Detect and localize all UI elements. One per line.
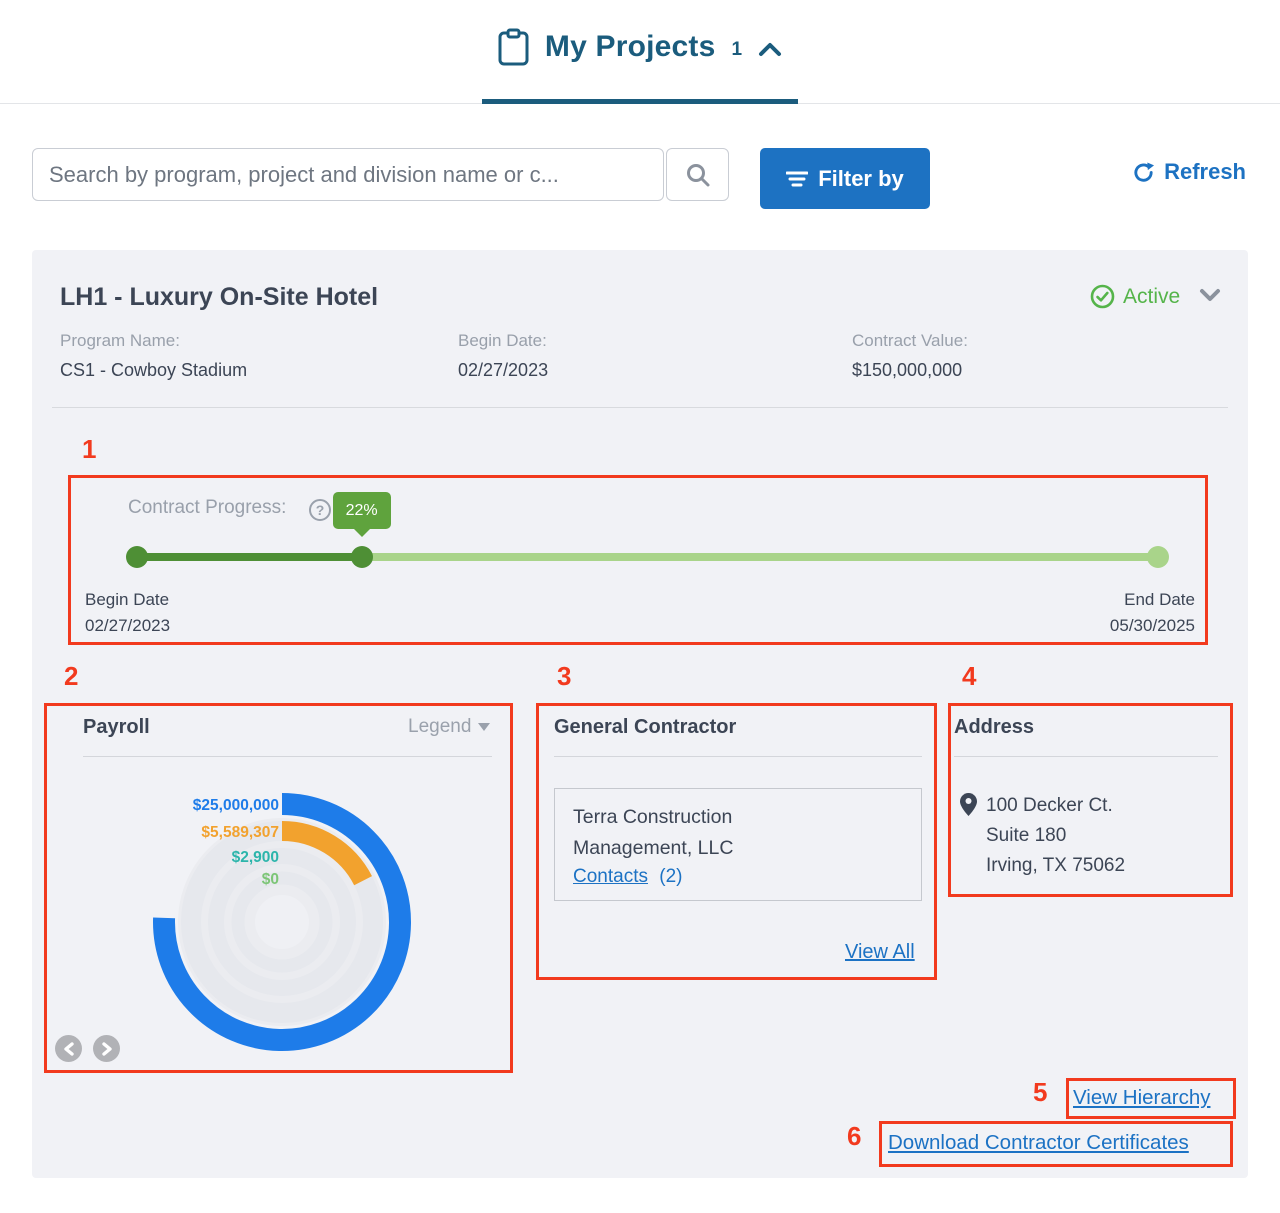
divider (554, 756, 922, 757)
progress-knob (351, 546, 373, 568)
page: My Projects 1 Filter by Refresh LH1 - Lu… (0, 0, 1280, 1213)
contractor-item: Terra Construction Management, LLC Conta… (554, 788, 922, 901)
begin-date-value: 02/27/2023 (85, 613, 170, 639)
legend-label: Legend (408, 716, 471, 738)
projects-count: 1 (732, 39, 743, 61)
begin-date-label: Begin Date (85, 587, 170, 613)
address-line-2: Suite 180 (986, 821, 1125, 851)
view-hierarchy-link[interactable]: View Hierarchy (1073, 1086, 1210, 1110)
general-contractor-title: General Contractor (554, 716, 736, 739)
download-contractor-certificates-link[interactable]: Download Contractor Certificates (888, 1131, 1189, 1155)
divider (83, 756, 492, 757)
payroll-series-label: $25,000,000 (193, 797, 279, 814)
progress-tooltip: 22% (333, 492, 391, 529)
payroll-title: Payroll (83, 716, 150, 739)
field-begin-date: Begin Date: 02/27/2023 (458, 331, 818, 381)
tab-my-projects[interactable]: My Projects 1 (0, 28, 1280, 66)
field-label: Program Name: (60, 331, 420, 351)
begin-date-block: Begin Date 02/27/2023 (85, 587, 170, 639)
carousel-prev-button[interactable] (55, 1035, 82, 1062)
view-all-link[interactable]: View All (845, 941, 915, 964)
progress-percent: 22% (346, 502, 378, 520)
filter-by-label: Filter by (818, 166, 904, 192)
field-value: 02/27/2023 (458, 360, 818, 381)
status-badge: Active (1090, 284, 1180, 309)
address-title: Address (954, 716, 1034, 739)
filter-by-button[interactable]: Filter by (760, 148, 930, 209)
map-pin-icon (960, 793, 977, 816)
divider (52, 407, 1228, 408)
search-icon (685, 162, 711, 188)
divider (954, 756, 1218, 757)
contractor-name: Terra Construction Management, LLC (573, 802, 813, 864)
caret-down-icon (478, 723, 490, 731)
field-program-name: Program Name: CS1 - Cowboy Stadium (60, 331, 420, 381)
progress-fill (137, 553, 362, 561)
search-input[interactable] (32, 148, 664, 201)
contract-progress-slider: 22% (137, 546, 1158, 568)
address-line-3: Irving, TX 75062 (986, 851, 1125, 881)
help-icon[interactable]: ? (309, 499, 331, 521)
field-contract-value: Contract Value: $150,000,000 (852, 331, 1212, 381)
field-value: CS1 - Cowboy Stadium (60, 360, 420, 381)
field-label: Contract Value: (852, 331, 1212, 351)
payroll-series-label: $0 (262, 871, 279, 888)
field-label: Begin Date: (458, 331, 818, 351)
status-label: Active (1123, 285, 1180, 309)
contacts-count: (2) (659, 866, 682, 887)
end-date-block: End Date 05/30/2025 (1110, 587, 1195, 639)
progress-start-dot (126, 546, 148, 568)
refresh-label: Refresh (1164, 159, 1246, 185)
check-circle-icon (1090, 284, 1115, 309)
address-line-1: 100 Decker Ct. (986, 791, 1125, 821)
payroll-radial-chart: $25,000,000 $5,589,307 $2,900 $0 (142, 782, 422, 1062)
chevron-up-icon[interactable] (758, 42, 782, 57)
contacts-row: Contacts (2) (573, 866, 683, 888)
contract-progress-label: Contract Progress: (128, 497, 286, 519)
progress-end-dot (1147, 546, 1169, 568)
carousel-next-button[interactable] (93, 1035, 120, 1062)
refresh-link[interactable]: Refresh (1132, 159, 1246, 185)
field-value: $150,000,000 (852, 360, 1212, 381)
end-date-value: 05/30/2025 (1110, 613, 1195, 639)
filter-icon (786, 170, 808, 188)
active-tab-underline (482, 99, 798, 104)
search-button[interactable] (666, 148, 729, 201)
status-chevron-down-icon[interactable] (1199, 288, 1221, 302)
payroll-series-label: $2,900 (232, 849, 279, 866)
payroll-series-label: $5,589,307 (201, 824, 279, 841)
project-title: LH1 - Luxury On-Site Hotel (60, 283, 378, 312)
refresh-icon (1132, 161, 1155, 184)
end-date-label: End Date (1110, 587, 1195, 613)
page-title: My Projects (545, 30, 716, 64)
address-lines: 100 Decker Ct. Suite 180 Irving, TX 7506… (986, 791, 1125, 881)
contacts-link[interactable]: Contacts (573, 866, 648, 887)
clipboard-icon (498, 28, 529, 66)
app-header: My Projects 1 (0, 0, 1280, 104)
legend-dropdown[interactable]: Legend (408, 716, 490, 738)
